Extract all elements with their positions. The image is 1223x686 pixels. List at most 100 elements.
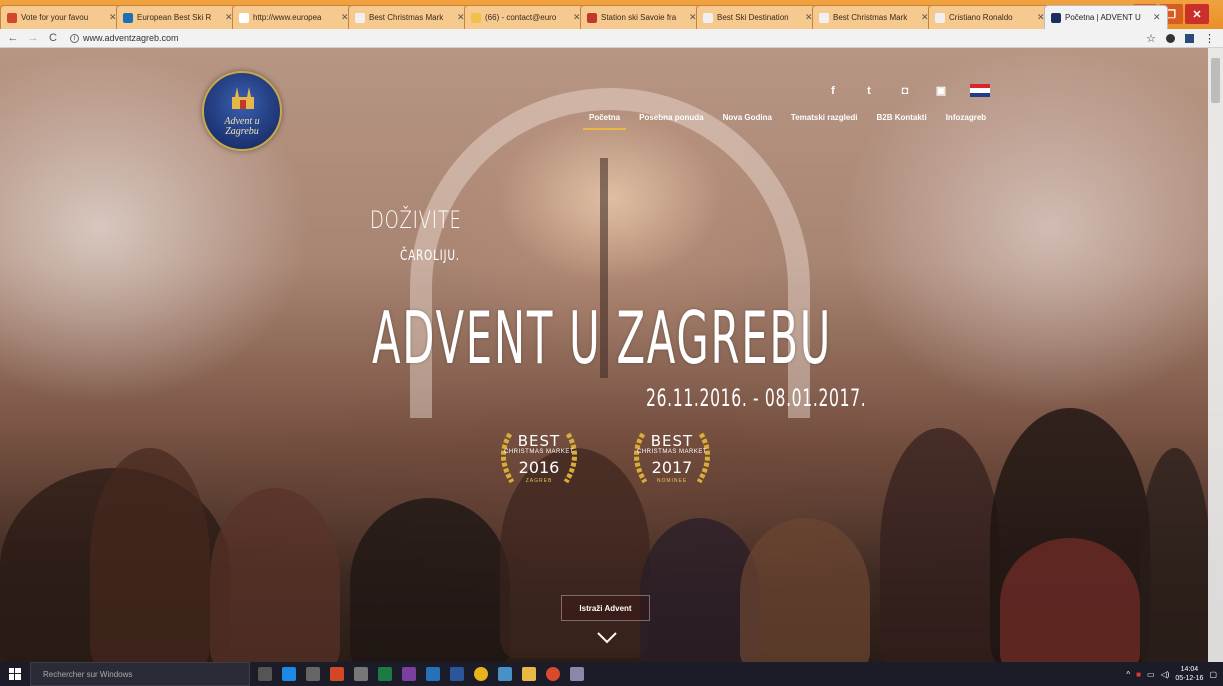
- croatia-flag-icon[interactable]: [970, 84, 990, 97]
- powerpoint-icon[interactable]: [330, 667, 344, 681]
- browser-tab[interactable]: Vote for your favou ✕: [0, 5, 124, 29]
- badge-market: CHRISTMAS MARKET: [503, 449, 574, 455]
- clock[interactable]: 14:04 05-12-16: [1175, 665, 1203, 683]
- advent-zagreb-logo[interactable]: Advent u Zagrebu: [202, 71, 282, 151]
- notifications-icon[interactable]: ▢: [1209, 670, 1217, 679]
- outlook-icon[interactable]: [426, 667, 440, 681]
- tab-favicon-icon: [239, 12, 249, 23]
- tab-title: Početna | ADVENT U: [1065, 13, 1141, 22]
- logo-text-line2: Zagrebu: [225, 126, 259, 137]
- browser-tab[interactable]: Cristiano Ronaldo ✕: [928, 5, 1052, 29]
- browser-tab[interactable]: Station ski Savoie fra ✕: [580, 5, 704, 29]
- bookmark-star-icon[interactable]: ☆: [1146, 32, 1156, 45]
- chrome-icon[interactable]: [474, 667, 488, 681]
- tab-title: http://www.europea: [253, 13, 322, 22]
- excel-icon[interactable]: [378, 667, 392, 681]
- extension-icon[interactable]: [1166, 34, 1175, 43]
- task-view-icon[interactable]: [258, 667, 272, 681]
- nav-posebna-ponuda[interactable]: Posebna ponuda: [639, 113, 703, 130]
- hero-tagline-2: ČAROLIJU.: [400, 248, 460, 264]
- browser-tab[interactable]: Početna | ADVENT U ✕: [1044, 5, 1168, 29]
- badge-best: BEST: [650, 432, 694, 450]
- hero-tagline-1: DOŽIVITE: [370, 206, 462, 234]
- edge-icon[interactable]: [282, 667, 296, 681]
- browser-tab[interactable]: Best Christmas Mark ✕: [812, 5, 936, 29]
- system-tray: ^ ■ ▭ ◁) 14:04 05-12-16 ▢: [1126, 665, 1217, 683]
- tab-favicon-icon: [355, 12, 365, 23]
- nav-nova-godina[interactable]: Nova Godina: [723, 113, 772, 130]
- browser-tab[interactable]: European Best Ski R ✕: [116, 5, 240, 29]
- page-scrollbar[interactable]: [1208, 48, 1223, 662]
- badge-year: 2016: [518, 458, 560, 477]
- browser-tab[interactable]: Best Ski Destination ✕: [696, 5, 820, 29]
- main-nav: Početna Posebna ponuda Nova Godina Temat…: [582, 113, 986, 130]
- volume-icon[interactable]: ◁): [1161, 670, 1170, 679]
- taskbar-search-input[interactable]: Rechercher sur Windows: [30, 662, 250, 686]
- store-icon[interactable]: [306, 667, 320, 681]
- browser-tab[interactable]: Best Christmas Mark ✕: [348, 5, 472, 29]
- tab-title: Best Christmas Mark: [369, 13, 444, 22]
- tab-favicon-icon: [587, 12, 597, 23]
- tab-favicon-icon: [7, 12, 17, 23]
- badge-caption: ZAGREB: [525, 478, 553, 484]
- reload-icon[interactable]: C: [46, 32, 60, 44]
- browser-toolbar: ← → C i www.adventzagreb.com ☆ ⋮: [0, 29, 1223, 48]
- tab-title: Cristiano Ronaldo: [949, 13, 1013, 22]
- facebook-icon[interactable]: f: [826, 85, 840, 97]
- info-icon[interactable]: i: [70, 33, 79, 43]
- url-text: www.adventzagreb.com: [83, 33, 179, 43]
- hero-section: Advent u Zagrebu f t ◘ ▣ Početna Posebna…: [0, 48, 1223, 662]
- tab-title: Best Ski Destination: [717, 13, 789, 22]
- browser-tab[interactable]: (66) - contact@euro ✕: [464, 5, 588, 29]
- close-window-button[interactable]: ✕: [1185, 4, 1209, 24]
- chevron-down-icon[interactable]: [596, 631, 618, 645]
- back-icon[interactable]: ←: [6, 32, 20, 44]
- badge-best: BEST: [517, 432, 561, 450]
- hero-dates: 26.11.2016. - 08.01.2017.: [646, 384, 867, 412]
- best-market-2017-badge: BEST CHRISTMAS MARKET 2017 NOMINEE: [625, 428, 719, 488]
- nav-pocetna[interactable]: Početna: [582, 113, 627, 130]
- explore-advent-button[interactable]: Istraži Advent: [561, 595, 650, 621]
- file-explorer-icon[interactable]: [522, 667, 536, 681]
- twitter-icon[interactable]: t: [862, 85, 876, 97]
- cathedral-icon: [232, 87, 254, 109]
- badge-year: 2017: [651, 458, 693, 477]
- forward-icon[interactable]: →: [26, 32, 40, 44]
- tab-title: European Best Ski R: [137, 13, 212, 22]
- badge-market: CHRISTMAS MARKET: [636, 449, 707, 455]
- windows-start-button[interactable]: [0, 662, 30, 686]
- app-icon-3[interactable]: [570, 667, 584, 681]
- youtube-icon[interactable]: ▣: [934, 84, 948, 97]
- tab-favicon-icon: [819, 12, 829, 23]
- chrome-active-icon[interactable]: [546, 667, 560, 681]
- onenote-icon[interactable]: [402, 667, 416, 681]
- network-icon[interactable]: ▭: [1147, 670, 1155, 679]
- extension-icon-2[interactable]: [1185, 34, 1194, 43]
- tab-favicon-icon: [471, 12, 481, 23]
- app-icon-2[interactable]: [498, 667, 512, 681]
- browser-tab-strip: Vote for your favou ✕ European Best Ski R ✕…: [0, 0, 1223, 29]
- tab-close-icon[interactable]: ✕: [1153, 12, 1161, 23]
- social-links: f t ◘ ▣: [826, 84, 990, 97]
- nav-b2b-kontakti[interactable]: B2B Kontakti: [876, 113, 926, 130]
- tray-alert-icon[interactable]: ■: [1136, 670, 1141, 679]
- app-icon[interactable]: [354, 667, 368, 681]
- tab-favicon-icon: [703, 12, 713, 23]
- menu-icon[interactable]: ⋮: [1204, 32, 1215, 45]
- nav-infozagreb[interactable]: Infozagreb: [946, 113, 986, 130]
- clock-time: 14:04: [1180, 666, 1199, 673]
- hero-title: ADVENT U ZAGREBU: [372, 296, 833, 380]
- clock-date: 05-12-16: [1175, 675, 1204, 682]
- badge-caption: NOMINEE: [656, 478, 688, 484]
- browser-tab[interactable]: http://www.europea ✕: [232, 5, 356, 29]
- word-icon[interactable]: [450, 667, 464, 681]
- instagram-icon[interactable]: ◘: [898, 85, 912, 97]
- tab-title: Best Christmas Mark: [833, 13, 908, 22]
- scrollbar-thumb[interactable]: [1211, 58, 1220, 103]
- windows-taskbar: Rechercher sur Windows ^ ■ ▭ ◁) 14:04 05…: [0, 662, 1223, 686]
- address-bar[interactable]: i www.adventzagreb.com: [70, 33, 179, 43]
- windows-logo-icon: [9, 668, 21, 680]
- tab-favicon-icon: [935, 12, 945, 23]
- nav-tematski-razgledi[interactable]: Tematski razgledi: [791, 113, 858, 130]
- tray-chevron-icon[interactable]: ^: [1126, 670, 1130, 679]
